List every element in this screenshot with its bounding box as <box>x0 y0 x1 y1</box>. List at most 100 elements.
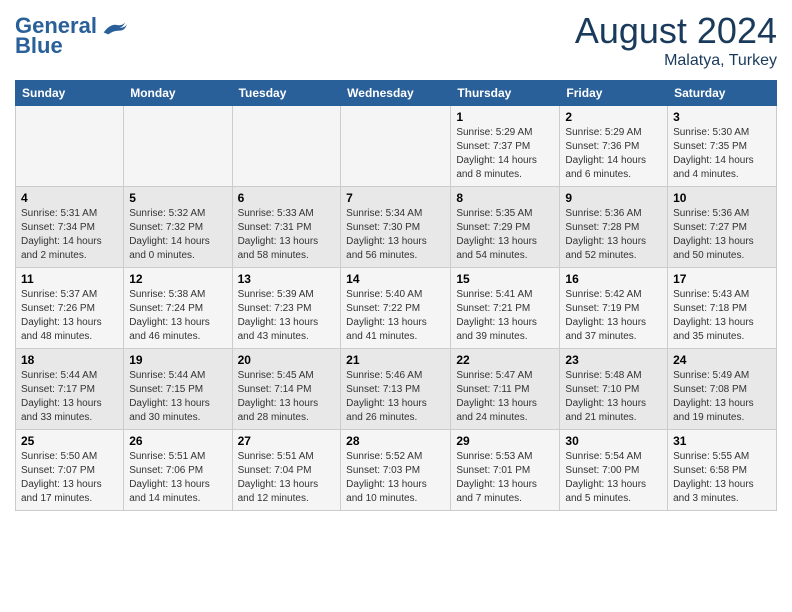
calendar-cell: 11 Sunrise: 5:37 AM Sunset: 7:26 PM Dayli… <box>16 268 124 349</box>
day-info: Sunrise: 5:39 AM Sunset: 7:23 PM Dayligh… <box>238 288 336 344</box>
calendar-week-row: 18 Sunrise: 5:44 AM Sunset: 7:17 PM Dayli… <box>16 349 777 430</box>
day-info: Sunrise: 5:32 AM Sunset: 7:32 PM Dayligh… <box>129 207 226 263</box>
day-number: 30 <box>565 434 662 448</box>
day-info: Sunrise: 5:41 AM Sunset: 7:21 PM Dayligh… <box>456 288 554 344</box>
day-info: Sunrise: 5:30 AM Sunset: 7:35 PM Dayligh… <box>673 126 771 182</box>
calendar-cell: 3 Sunrise: 5:30 AM Sunset: 7:35 PM Daylig… <box>668 106 777 187</box>
day-info: Sunrise: 5:55 AM Sunset: 6:58 PM Dayligh… <box>673 450 771 506</box>
day-info: Sunrise: 5:46 AM Sunset: 7:13 PM Dayligh… <box>346 369 445 425</box>
calendar-cell <box>124 106 232 187</box>
day-info: Sunrise: 5:52 AM Sunset: 7:03 PM Dayligh… <box>346 450 445 506</box>
title-section: August 2024 Malatya, Turkey <box>575 10 777 70</box>
day-number: 17 <box>673 272 771 286</box>
calendar-cell: 4 Sunrise: 5:31 AM Sunset: 7:34 PM Daylig… <box>16 187 124 268</box>
day-info: Sunrise: 5:50 AM Sunset: 7:07 PM Dayligh… <box>21 450 118 506</box>
calendar-cell: 26Sunrise: 5:51 AM Sunset: 7:06 PM Dayli… <box>124 430 232 511</box>
day-number: 31 <box>673 434 771 448</box>
day-number: 29 <box>456 434 554 448</box>
calendar-cell: 12 Sunrise: 5:38 AM Sunset: 7:24 PM Dayli… <box>124 268 232 349</box>
calendar-cell: 16Sunrise: 5:42 AM Sunset: 7:19 PM Dayli… <box>560 268 668 349</box>
day-number: 19 <box>129 353 226 367</box>
day-info: Sunrise: 5:29 AM Sunset: 7:36 PM Dayligh… <box>565 126 662 182</box>
day-info: Sunrise: 5:36 AM Sunset: 7:28 PM Dayligh… <box>565 207 662 263</box>
calendar-cell: 27Sunrise: 5:51 AM Sunset: 7:04 PM Dayli… <box>232 430 341 511</box>
calendar-cell: 19 Sunrise: 5:44 AM Sunset: 7:15 PM Dayli… <box>124 349 232 430</box>
calendar-cell: 17Sunrise: 5:43 AM Sunset: 7:18 PM Dayli… <box>668 268 777 349</box>
day-number: 3 <box>673 110 771 124</box>
day-info: Sunrise: 5:51 AM Sunset: 7:04 PM Dayligh… <box>238 450 336 506</box>
day-number: 2 <box>565 110 662 124</box>
day-number: 4 <box>21 191 118 205</box>
calendar-day-header: Friday <box>560 81 668 106</box>
calendar-header-row: SundayMondayTuesdayWednesdayThursdayFrid… <box>16 81 777 106</box>
day-info: Sunrise: 5:53 AM Sunset: 7:01 PM Dayligh… <box>456 450 554 506</box>
day-info: Sunrise: 5:47 AM Sunset: 7:11 PM Dayligh… <box>456 369 554 425</box>
day-number: 24 <box>673 353 771 367</box>
day-info: Sunrise: 5:34 AM Sunset: 7:30 PM Dayligh… <box>346 207 445 263</box>
calendar-day-header: Tuesday <box>232 81 341 106</box>
day-info: Sunrise: 5:45 AM Sunset: 7:14 PM Dayligh… <box>238 369 336 425</box>
day-number: 12 <box>129 272 226 286</box>
calendar-cell: 13Sunrise: 5:39 AM Sunset: 7:23 PM Dayli… <box>232 268 341 349</box>
day-number: 22 <box>456 353 554 367</box>
calendar-cell: 5 Sunrise: 5:32 AM Sunset: 7:32 PM Daylig… <box>124 187 232 268</box>
day-info: Sunrise: 5:38 AM Sunset: 7:24 PM Dayligh… <box>129 288 226 344</box>
calendar-week-row: 4 Sunrise: 5:31 AM Sunset: 7:34 PM Daylig… <box>16 187 777 268</box>
day-info: Sunrise: 5:44 AM Sunset: 7:17 PM Dayligh… <box>21 369 118 425</box>
day-number: 28 <box>346 434 445 448</box>
calendar-cell <box>16 106 124 187</box>
day-number: 11 <box>21 272 118 286</box>
day-info: Sunrise: 5:48 AM Sunset: 7:10 PM Dayligh… <box>565 369 662 425</box>
calendar-cell: 10Sunrise: 5:36 AM Sunset: 7:27 PM Dayli… <box>668 187 777 268</box>
month-year-title: August 2024 <box>575 10 777 52</box>
day-number: 14 <box>346 272 445 286</box>
day-number: 7 <box>346 191 445 205</box>
logo: General Blue <box>15 15 127 59</box>
calendar-table: SundayMondayTuesdayWednesdayThursdayFrid… <box>15 80 777 511</box>
calendar-cell: 14 Sunrise: 5:40 AM Sunset: 7:22 PM Dayli… <box>341 268 451 349</box>
location-subtitle: Malatya, Turkey <box>575 52 777 70</box>
day-info: Sunrise: 5:40 AM Sunset: 7:22 PM Dayligh… <box>346 288 445 344</box>
day-info: Sunrise: 5:29 AM Sunset: 7:37 PM Dayligh… <box>456 126 554 182</box>
day-number: 10 <box>673 191 771 205</box>
calendar-cell: 15 Sunrise: 5:41 AM Sunset: 7:21 PM Dayli… <box>451 268 560 349</box>
day-number: 23 <box>565 353 662 367</box>
calendar-week-row: 11 Sunrise: 5:37 AM Sunset: 7:26 PM Dayli… <box>16 268 777 349</box>
calendar-cell: 2 Sunrise: 5:29 AM Sunset: 7:36 PM Daylig… <box>560 106 668 187</box>
day-number: 1 <box>456 110 554 124</box>
day-number: 18 <box>21 353 118 367</box>
day-number: 5 <box>129 191 226 205</box>
calendar-cell: 28 Sunrise: 5:52 AM Sunset: 7:03 PM Dayli… <box>341 430 451 511</box>
calendar-cell: 7 Sunrise: 5:34 AM Sunset: 7:30 PM Daylig… <box>341 187 451 268</box>
day-info: Sunrise: 5:49 AM Sunset: 7:08 PM Dayligh… <box>673 369 771 425</box>
calendar-cell: 1 Sunrise: 5:29 AM Sunset: 7:37 PM Daylig… <box>451 106 560 187</box>
day-number: 8 <box>456 191 554 205</box>
calendar-body: 1 Sunrise: 5:29 AM Sunset: 7:37 PM Daylig… <box>16 106 777 511</box>
day-number: 15 <box>456 272 554 286</box>
day-info: Sunrise: 5:33 AM Sunset: 7:31 PM Dayligh… <box>238 207 336 263</box>
calendar-cell: 22 Sunrise: 5:47 AM Sunset: 7:11 PM Dayli… <box>451 349 560 430</box>
day-info: Sunrise: 5:35 AM Sunset: 7:29 PM Dayligh… <box>456 207 554 263</box>
calendar-cell: 20Sunrise: 5:45 AM Sunset: 7:14 PM Dayli… <box>232 349 341 430</box>
calendar-cell: 18 Sunrise: 5:44 AM Sunset: 7:17 PM Dayli… <box>16 349 124 430</box>
day-number: 16 <box>565 272 662 286</box>
day-number: 25 <box>21 434 118 448</box>
calendar-cell: 31 Sunrise: 5:55 AM Sunset: 6:58 PM Dayli… <box>668 430 777 511</box>
calendar-day-header: Sunday <box>16 81 124 106</box>
calendar-cell: 21Sunrise: 5:46 AM Sunset: 7:13 PM Dayli… <box>341 349 451 430</box>
day-info: Sunrise: 5:44 AM Sunset: 7:15 PM Dayligh… <box>129 369 226 425</box>
calendar-day-header: Thursday <box>451 81 560 106</box>
calendar-cell: 30Sunrise: 5:54 AM Sunset: 7:00 PM Dayli… <box>560 430 668 511</box>
calendar-day-header: Saturday <box>668 81 777 106</box>
calendar-day-header: Wednesday <box>341 81 451 106</box>
calendar-cell: 25 Sunrise: 5:50 AM Sunset: 7:07 PM Dayli… <box>16 430 124 511</box>
calendar-day-header: Monday <box>124 81 232 106</box>
day-info: Sunrise: 5:31 AM Sunset: 7:34 PM Dayligh… <box>21 207 118 263</box>
day-info: Sunrise: 5:37 AM Sunset: 7:26 PM Dayligh… <box>21 288 118 344</box>
day-info: Sunrise: 5:51 AM Sunset: 7:06 PM Dayligh… <box>129 450 226 506</box>
page-header: General Blue August 2024 Malatya, Turkey <box>15 10 777 70</box>
calendar-cell: 8 Sunrise: 5:35 AM Sunset: 7:29 PM Daylig… <box>451 187 560 268</box>
calendar-cell <box>341 106 451 187</box>
day-number: 9 <box>565 191 662 205</box>
logo-bird-icon <box>99 15 127 37</box>
